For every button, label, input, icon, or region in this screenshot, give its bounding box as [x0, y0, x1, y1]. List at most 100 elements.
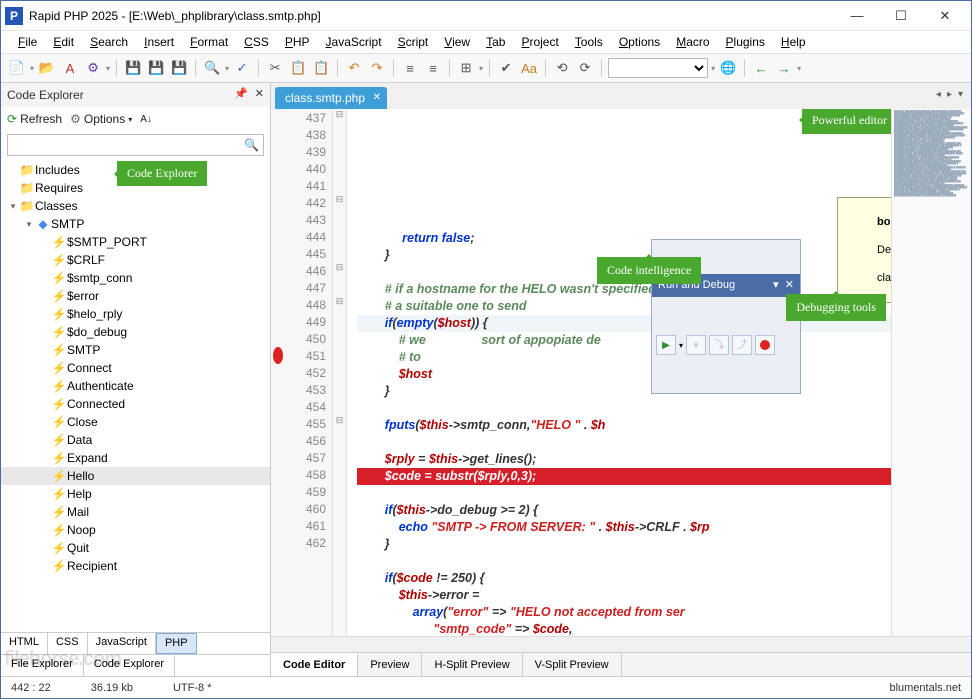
- save-all-button[interactable]: 💾: [146, 58, 166, 78]
- horizontal-scrollbar[interactable]: [271, 636, 971, 652]
- highlight-button[interactable]: Aa: [519, 58, 539, 78]
- close-button[interactable]: ✕: [923, 2, 967, 30]
- menu-javascript[interactable]: JavaScript: [319, 33, 389, 51]
- menu-project[interactable]: Project: [514, 33, 565, 51]
- tree-node[interactable]: ⚡Connected: [1, 395, 270, 413]
- tree-node[interactable]: ⚡Close: [1, 413, 270, 431]
- tree-node[interactable]: ⚡Quit: [1, 539, 270, 557]
- undo-button[interactable]: ↶: [344, 58, 364, 78]
- menu-tools[interactable]: Tools: [568, 33, 610, 51]
- tree-node[interactable]: ⚡Authenticate: [1, 377, 270, 395]
- editor-view-tab[interactable]: Preview: [358, 653, 422, 676]
- cut-button[interactable]: ✂: [265, 58, 285, 78]
- tool1-button[interactable]: ⟲: [552, 58, 572, 78]
- tree-node[interactable]: ⚡$CRLF: [1, 251, 270, 269]
- panel-close-icon[interactable]: ✕: [255, 87, 264, 100]
- content-tab-javascript[interactable]: JavaScript: [88, 633, 156, 654]
- tree-node[interactable]: ⚡$helo_rply: [1, 305, 270, 323]
- tree-node[interactable]: ⚡$SMTP_PORT: [1, 233, 270, 251]
- menu-php[interactable]: PHP: [278, 33, 317, 51]
- tree-node[interactable]: ▾📁Classes: [1, 197, 270, 215]
- new-file-button[interactable]: 📄: [7, 58, 27, 78]
- debug-step-button[interactable]: ⤵: [709, 335, 729, 355]
- indent-right-button[interactable]: ≡: [423, 58, 443, 78]
- tree-node[interactable]: ⚡Hello: [1, 467, 270, 485]
- format-button[interactable]: ⊞: [456, 58, 476, 78]
- editor-view-tab[interactable]: Code Editor: [271, 653, 358, 676]
- tree-node[interactable]: ▾◆SMTP: [1, 215, 270, 233]
- editor-tab[interactable]: class.smtp.php ✕: [275, 87, 387, 109]
- menu-script[interactable]: Script: [391, 33, 436, 51]
- debug-pause-button[interactable]: ⏸: [686, 335, 706, 355]
- tool2-button[interactable]: ⟳: [575, 58, 595, 78]
- tab-close-icon[interactable]: ✕: [373, 92, 381, 103]
- minimize-button[interactable]: —: [835, 2, 879, 30]
- debug-dropdown-icon[interactable]: ▾: [773, 277, 779, 294]
- spellcheck-button[interactable]: ✓: [232, 58, 252, 78]
- refresh-button[interactable]: ⟳Refresh: [7, 112, 62, 126]
- tree-node[interactable]: ⚡Expand: [1, 449, 270, 467]
- tree-node[interactable]: ⚡Recipient: [1, 557, 270, 575]
- tree-node[interactable]: ⚡$error: [1, 287, 270, 305]
- new-a-button[interactable]: A: [60, 58, 80, 78]
- fold-column[interactable]: ⊟⊟⊟⊟⊟: [333, 109, 347, 636]
- pin-icon[interactable]: 📌: [234, 87, 248, 100]
- tree-node[interactable]: ⚡Noop: [1, 521, 270, 539]
- save-button[interactable]: 💾: [123, 58, 143, 78]
- tab-menu-icon[interactable]: ▾: [958, 89, 963, 100]
- tree-node[interactable]: ⚡$smtp_conn: [1, 269, 270, 287]
- tab-next-icon[interactable]: ▸: [947, 89, 952, 100]
- menu-file[interactable]: File: [11, 33, 44, 51]
- menu-plugins[interactable]: Plugins: [719, 33, 772, 51]
- explorer-tab[interactable]: Code Explorer: [84, 655, 175, 676]
- editor-view-tab[interactable]: V-Split Preview: [523, 653, 622, 676]
- open-button[interactable]: 📂: [37, 58, 57, 78]
- content-tab-html[interactable]: HTML: [1, 633, 48, 654]
- maximize-button[interactable]: ☐: [879, 2, 923, 30]
- debug-close-icon[interactable]: ✕: [785, 277, 794, 294]
- back-button[interactable]: ←: [751, 58, 771, 78]
- validate-button[interactable]: ✔: [496, 58, 516, 78]
- menu-view[interactable]: View: [437, 33, 477, 51]
- options-button[interactable]: ⚙Options▾: [70, 112, 132, 126]
- explorer-tab[interactable]: File Explorer: [1, 655, 84, 676]
- debug-record-button[interactable]: [755, 335, 775, 355]
- copy-button[interactable]: 📋: [288, 58, 308, 78]
- search-button[interactable]: 🔍: [202, 58, 222, 78]
- menu-macro[interactable]: Macro: [669, 33, 716, 51]
- forward-button[interactable]: →: [774, 58, 794, 78]
- browser-button[interactable]: 🌐: [718, 58, 738, 78]
- save-as-button[interactable]: 💾: [169, 58, 189, 78]
- tree-node[interactable]: ⚡SMTP: [1, 341, 270, 359]
- code-tree[interactable]: Code Explorer 📁Includes📁Requires▾📁Classe…: [1, 159, 270, 632]
- debug-step2-button[interactable]: ⤴: [732, 335, 752, 355]
- tree-node[interactable]: ⚡Data: [1, 431, 270, 449]
- tree-search[interactable]: 🔍: [7, 134, 264, 156]
- selector-dropdown[interactable]: [608, 58, 708, 78]
- tree-node[interactable]: ⚡Help: [1, 485, 270, 503]
- menu-help[interactable]: Help: [774, 33, 813, 51]
- debug-play-button[interactable]: ▶: [656, 335, 676, 355]
- sort-button[interactable]: A↓: [140, 114, 152, 125]
- menu-format[interactable]: Format: [183, 33, 235, 51]
- indent-left-button[interactable]: ≡: [400, 58, 420, 78]
- editor-view-tab[interactable]: H-Split Preview: [422, 653, 522, 676]
- tree-node[interactable]: ⚡Mail: [1, 503, 270, 521]
- paste-button[interactable]: 📋: [311, 58, 331, 78]
- content-tab-css[interactable]: CSS: [48, 633, 88, 654]
- breakpoint-column[interactable]: [271, 109, 285, 636]
- menu-options[interactable]: Options: [612, 33, 667, 51]
- menu-tab[interactable]: Tab: [479, 33, 512, 51]
- code-area[interactable]: bool empty (mixed $var) Determine whethe…: [347, 109, 891, 636]
- menu-css[interactable]: CSS: [237, 33, 276, 51]
- redo-button[interactable]: ↷: [367, 58, 387, 78]
- tree-node[interactable]: ⚡Connect: [1, 359, 270, 377]
- minimap[interactable]: ██████ █ ██████████████████ ████████████…: [891, 109, 971, 636]
- script-button[interactable]: ⚙: [83, 58, 103, 78]
- menu-insert[interactable]: Insert: [137, 33, 181, 51]
- tab-prev-icon[interactable]: ◂: [936, 89, 941, 100]
- content-tab-php[interactable]: PHP: [156, 633, 197, 654]
- tree-search-input[interactable]: [12, 138, 244, 152]
- menu-edit[interactable]: Edit: [46, 33, 81, 51]
- tree-node[interactable]: ⚡$do_debug: [1, 323, 270, 341]
